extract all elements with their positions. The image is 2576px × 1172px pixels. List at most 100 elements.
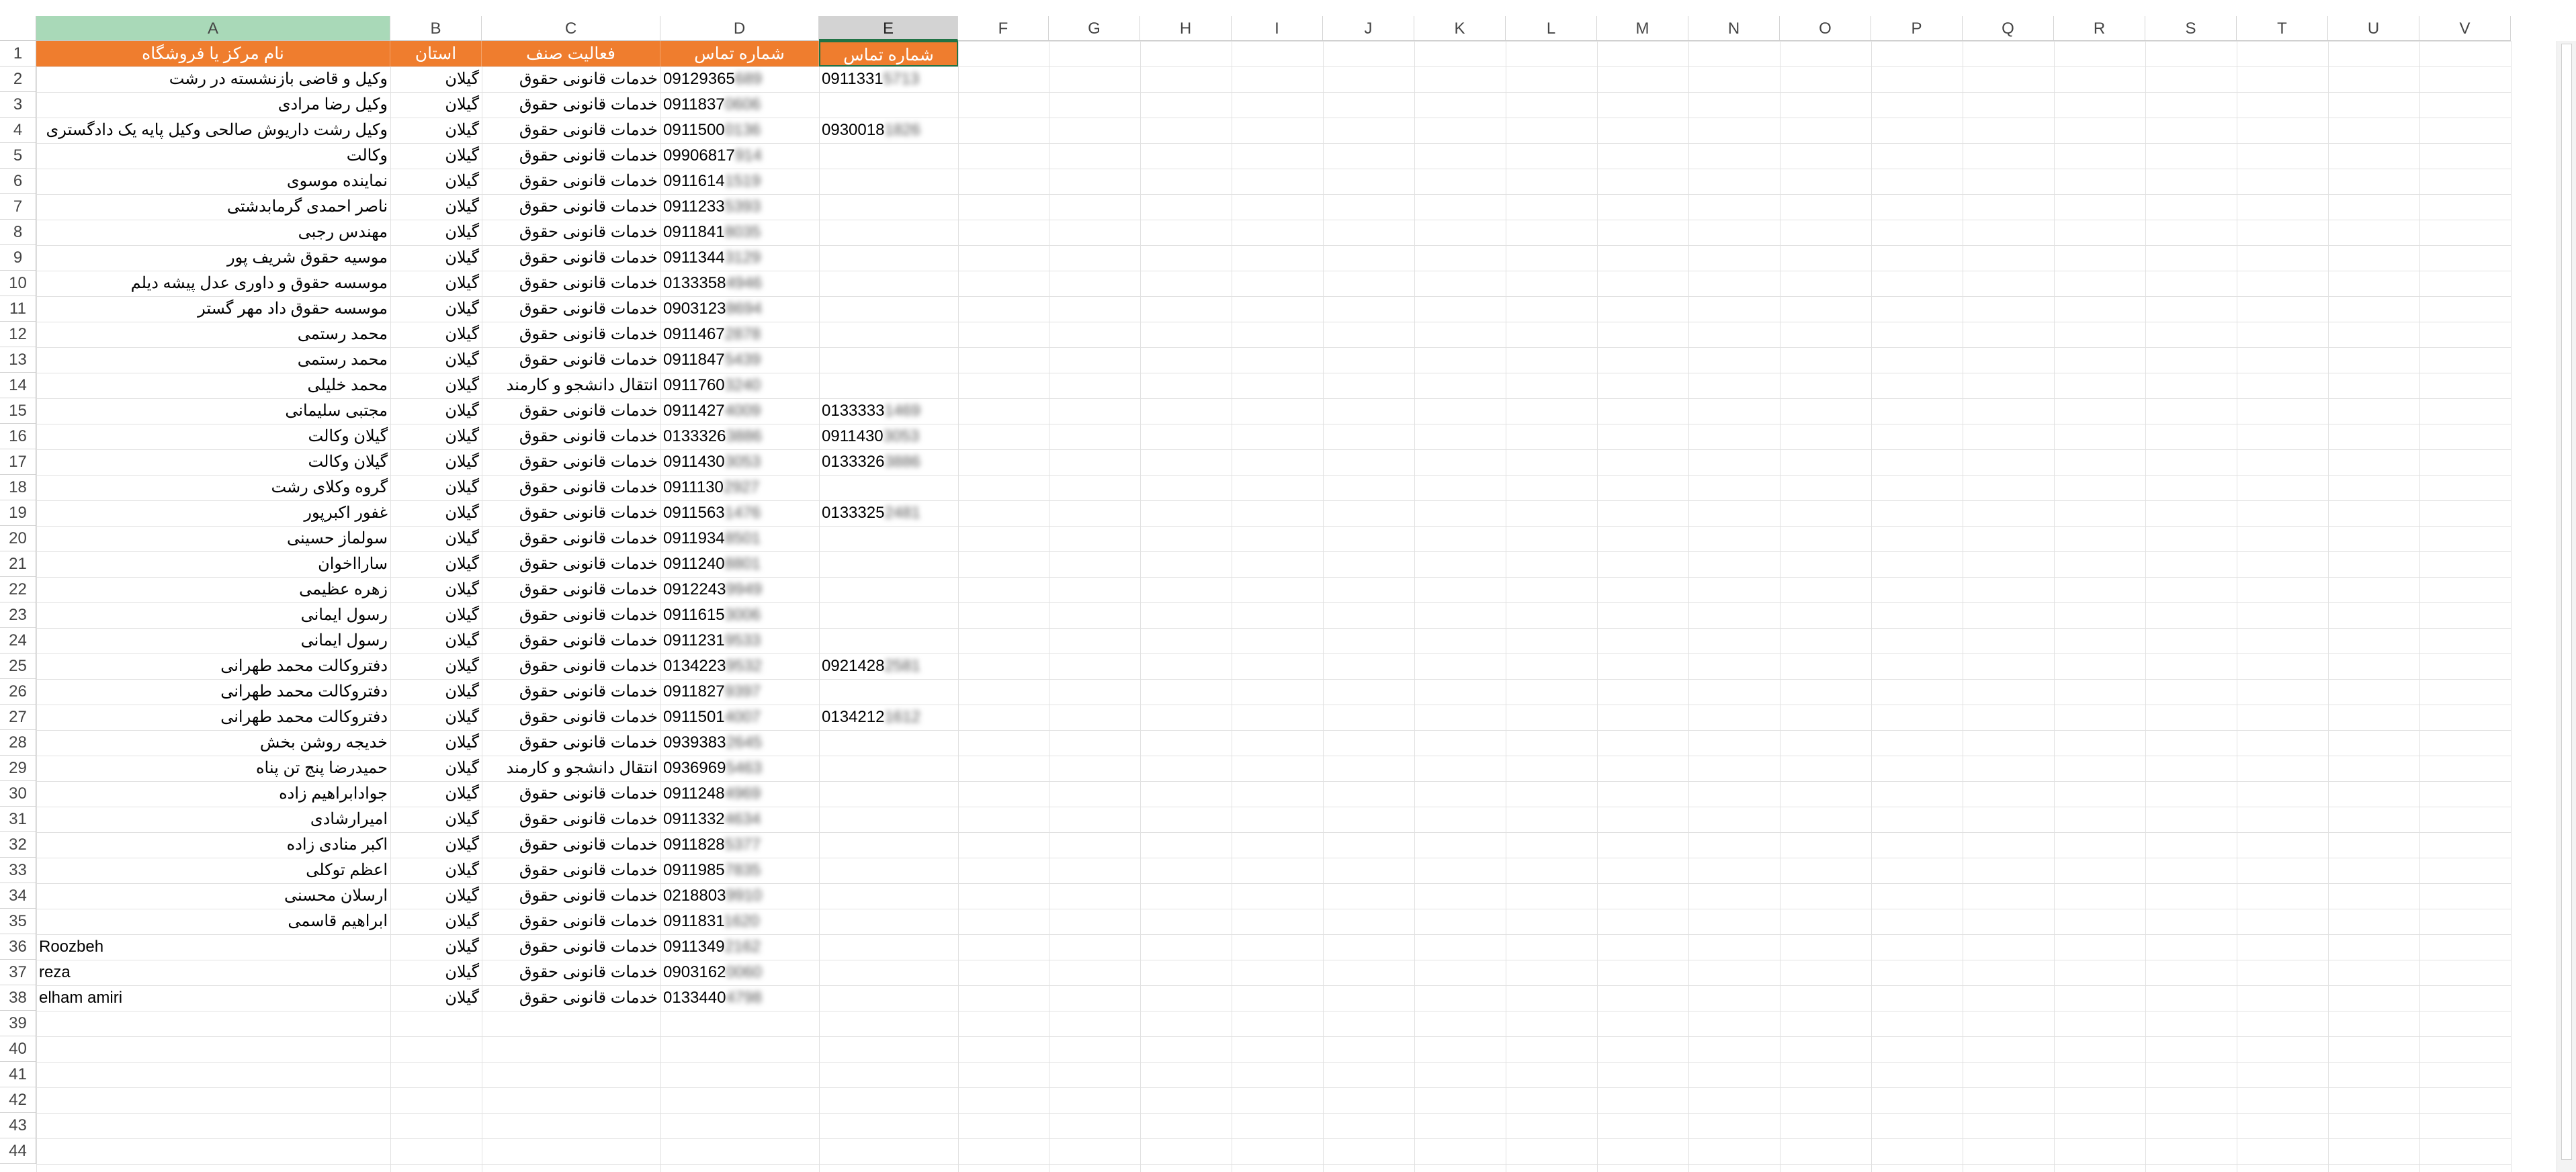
cell-phone-1[interactable]: 09118418035 — [660, 220, 819, 245]
row-header[interactable]: 28 — [0, 730, 36, 756]
row-header[interactable]: 14 — [0, 373, 36, 398]
cell-activity[interactable]: خدمات قانونی حقوق — [482, 832, 660, 858]
cell-province[interactable]: گیلان — [390, 92, 482, 118]
cell-phone-1[interactable]: 01333584946 — [660, 271, 819, 296]
row-header[interactable]: 1 — [0, 41, 36, 66]
cell-activity[interactable]: خدمات قانونی حقوق — [482, 296, 660, 322]
cell-province[interactable]: گیلان — [390, 296, 482, 322]
header-cell-b[interactable]: استان — [390, 41, 482, 66]
cell-phone-1[interactable]: 01333263886 — [660, 424, 819, 449]
cell-activity[interactable]: خدمات قانونی حقوق — [482, 271, 660, 296]
row-header[interactable]: 4 — [0, 118, 36, 143]
cell-activity[interactable]: خدمات قانونی حقوق — [482, 347, 660, 373]
cell-name[interactable]: حمیدرضا پنج تن پناه — [36, 756, 390, 781]
column-header-e[interactable]: E — [819, 16, 958, 41]
cell-phone-1[interactable]: 09393832645 — [660, 730, 819, 756]
cell-province[interactable]: گیلان — [390, 832, 482, 858]
cell-province[interactable]: گیلان — [390, 143, 482, 169]
cell-province[interactable]: گیلان — [390, 653, 482, 679]
row-header[interactable]: 25 — [0, 653, 36, 679]
cell-province[interactable]: گیلان — [390, 781, 482, 807]
row-header[interactable]: 33 — [0, 858, 36, 883]
cell-province[interactable]: گیلان — [390, 398, 482, 424]
cell-phone-1[interactable]: 09114274009 — [660, 398, 819, 424]
cell-activity[interactable]: خدمات قانونی حقوق — [482, 985, 660, 1011]
cell-province[interactable]: گیلان — [390, 602, 482, 628]
cell-name[interactable]: وکالت — [36, 143, 390, 169]
cell-phone-1[interactable]: 09113443129 — [660, 245, 819, 271]
cell-province[interactable]: گیلان — [390, 934, 482, 960]
column-header-k[interactable]: K — [1414, 16, 1506, 41]
cell-province[interactable]: گیلان — [390, 194, 482, 220]
cell-province[interactable]: گیلان — [390, 271, 482, 296]
cell-phone-1[interactable]: 09115000136 — [660, 118, 819, 143]
row-header[interactable]: 10 — [0, 271, 36, 296]
cell-activity[interactable]: خدمات قانونی حقوق — [482, 960, 660, 985]
cell-phone-1[interactable]: 09117603240 — [660, 373, 819, 398]
spreadsheet-grid[interactable]: A B C D E F G H I J K L M N O P Q R S T U V 1 2 3 4 5 6 7 8 9 10 11 12 13 1… — [0, 0, 2557, 1172]
cell-phone-1[interactable]: 09114303053 — [660, 449, 819, 475]
row-header[interactable]: 42 — [0, 1087, 36, 1113]
cell-province[interactable]: گیلان — [390, 526, 482, 551]
cell-activity[interactable]: خدمات قانونی حقوق — [482, 730, 660, 756]
cell-province[interactable]: گیلان — [390, 118, 482, 143]
cell-phone-1[interactable]: 09112335393 — [660, 194, 819, 220]
cell-province[interactable]: گیلان — [390, 628, 482, 653]
cell-province[interactable]: گیلان — [390, 169, 482, 194]
header-cell-c[interactable]: فعالیت صنف — [482, 41, 660, 66]
cell-name[interactable]: رسول ایمانی — [36, 602, 390, 628]
row-header[interactable]: 7 — [0, 194, 36, 220]
cell-phone-1[interactable]: 09906817914 — [660, 143, 819, 169]
cell-province[interactable]: گیلان — [390, 347, 482, 373]
row-header[interactable]: 27 — [0, 705, 36, 730]
cell-name[interactable]: مهندس رجبی — [36, 220, 390, 245]
cell-activity[interactable]: خدمات قانونی حقوق — [482, 807, 660, 832]
cell-phone-1[interactable]: 01342239532 — [660, 653, 819, 679]
cell-activity[interactable]: خدمات قانونی حقوق — [482, 169, 660, 194]
cell-phone-2[interactable]: 01342121612 — [819, 705, 958, 730]
cell-phone-1[interactable]: 01334404798 — [660, 985, 819, 1011]
cell-province[interactable]: گیلان — [390, 373, 482, 398]
cell-province[interactable]: گیلان — [390, 960, 482, 985]
row-header[interactable]: 5 — [0, 143, 36, 169]
cell-phone-2[interactable]: 09113315713 — [819, 66, 958, 92]
row-header[interactable]: 29 — [0, 756, 36, 781]
cell-name[interactable]: دفتروکالت محمد طهرانی — [36, 653, 390, 679]
column-header-v[interactable]: V — [2419, 16, 2511, 41]
row-header[interactable]: 13 — [0, 347, 36, 373]
cell-phone-1[interactable]: 09116153006 — [660, 602, 819, 628]
cell-activity[interactable]: خدمات قانونی حقوق — [482, 194, 660, 220]
cell-name[interactable]: موسسه حقوق داد مهر گستر — [36, 296, 390, 322]
cell-province[interactable]: گیلان — [390, 756, 482, 781]
row-header[interactable]: 35 — [0, 909, 36, 934]
cell-province[interactable]: گیلان — [390, 807, 482, 832]
row-header[interactable]: 37 — [0, 960, 36, 985]
cell-province[interactable]: گیلان — [390, 679, 482, 705]
column-header-q[interactable]: Q — [1963, 16, 2054, 41]
cell-activity[interactable]: خدمات قانونی حقوق — [482, 475, 660, 500]
cell-province[interactable]: گیلان — [390, 322, 482, 347]
cell-phone-1[interactable]: 09115014007 — [660, 705, 819, 730]
row-header[interactable]: 34 — [0, 883, 36, 909]
cell-name[interactable]: خدیجه روشن بخش — [36, 730, 390, 756]
cell-phone-1[interactable]: 09118311620 — [660, 909, 819, 934]
cell-phone-1[interactable]: 09114672878 — [660, 322, 819, 347]
column-header-n[interactable]: N — [1688, 16, 1780, 41]
cell-phone-1[interactable]: 09369695463 — [660, 756, 819, 781]
column-header-d[interactable]: D — [660, 16, 819, 41]
column-header-r[interactable]: R — [2054, 16, 2145, 41]
row-header[interactable]: 2 — [0, 66, 36, 92]
cell-phone-1[interactable]: 09031238694 — [660, 296, 819, 322]
row-header[interactable]: 16 — [0, 424, 36, 449]
cell-name[interactable]: elham amiri — [36, 985, 390, 1011]
cell-phone-1[interactable]: 09118475439 — [660, 347, 819, 373]
column-header-t[interactable]: T — [2237, 16, 2328, 41]
cell-activity[interactable]: انتقال دانشجو و کارمند — [482, 756, 660, 781]
cell-phone-1[interactable]: 09111302927 — [660, 475, 819, 500]
cell-name[interactable]: گیلان وکالت — [36, 449, 390, 475]
row-header[interactable]: 11 — [0, 296, 36, 322]
cell-phone-1[interactable]: 09112319533 — [660, 628, 819, 653]
cell-phone-1[interactable]: 09112408801 — [660, 551, 819, 577]
row-header[interactable]: 17 — [0, 449, 36, 475]
cell-name[interactable]: Roozbeh — [36, 934, 390, 960]
